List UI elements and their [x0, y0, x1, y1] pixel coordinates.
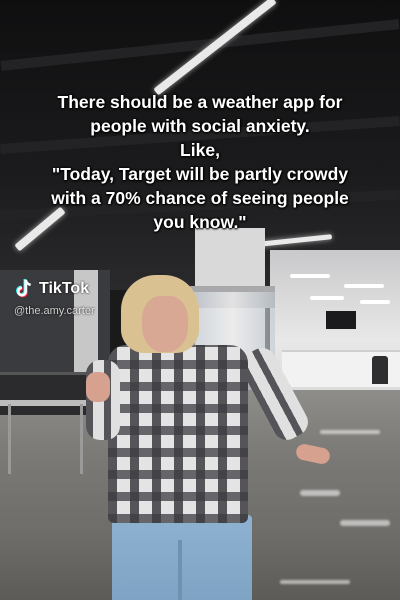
creator-handle: @the.amy.carter [14, 305, 95, 317]
caption-line: you know." [153, 212, 247, 232]
caption-line: people with social anxiety. [90, 116, 310, 136]
tiktok-brand-label: TikTok [39, 280, 90, 297]
face [142, 296, 188, 352]
caption-line: Like, [180, 140, 220, 160]
caption-line: There should be a weather app for [57, 92, 343, 112]
plaid-shirt [108, 345, 248, 523]
right-hand [294, 442, 332, 466]
caption-line: with a 70% chance of seeing people [51, 188, 349, 208]
tiktok-watermark: TikTok [14, 278, 89, 300]
caption-text: There should be a weather app for people… [14, 90, 386, 234]
jeans [112, 515, 252, 600]
caption-line: "Today, Target will be partly crowdy [51, 164, 349, 184]
left-hand [86, 372, 110, 402]
tiktok-logo-icon [16, 279, 31, 298]
